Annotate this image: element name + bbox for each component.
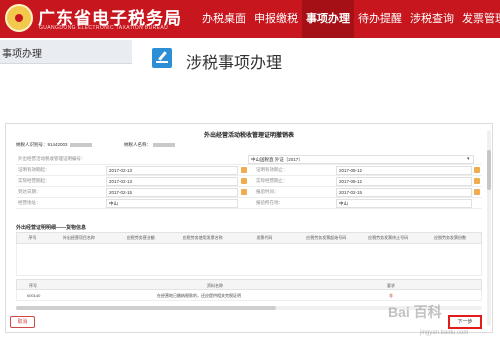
field-label: 实际经营期起：: [18, 178, 50, 183]
certificate-number-field[interactable]: 中山国税直 外证〔2017〕: [248, 155, 474, 164]
watermark-url: jingyan.baidu.com: [420, 330, 469, 336]
business-address-field[interactable]: 中山: [106, 199, 238, 208]
valid-from-field[interactable]: 2017-02-13: [106, 166, 238, 175]
column-header: 外出经营项目名称: [62, 235, 95, 240]
tax-emblem-icon: [5, 4, 33, 32]
calendar-icon[interactable]: [474, 178, 480, 184]
redacted-value: [153, 142, 175, 147]
form-row: 外出经营活动税收管理证明编号： 中山国税直 外证〔2017〕 ▾: [16, 154, 482, 165]
field-label: 到达日期：: [18, 189, 41, 194]
page-title: 涉税事项办理: [186, 55, 283, 72]
table-row[interactable]: 000140 在经营地已缴纳税款的，还应提供相关完税证明 非: [16, 290, 482, 301]
goods-table-header: 序号 外出经营项目名称 应税劳务营业额 应税劳务使用发票名称 发票代码 应税劳务…: [16, 232, 482, 244]
field-label: 证明有效期止：: [256, 167, 288, 172]
valid-to-field[interactable]: 2017-08-12: [336, 166, 472, 175]
field-label: 实际经营期止：: [256, 178, 288, 183]
form-row: 经营地址： 中山 报验所在地： 中山: [16, 198, 482, 209]
sidebar-tab[interactable]: 事项办理: [0, 40, 132, 64]
calendar-icon[interactable]: [241, 189, 247, 195]
field-label: 外出经营活动税收管理证明编号：: [18, 156, 86, 161]
calendar-icon[interactable]: [241, 178, 247, 184]
taxpayer-name: 纳税人名称：: [124, 142, 175, 148]
column-header: 应税劳务发票份数: [434, 235, 467, 240]
top-header-bar: 广东省电子税务局 GUANGDONG ELECTRONIC TAXATION B…: [0, 0, 500, 38]
column-header: 应税劳务发票起始号码: [306, 235, 347, 240]
column-header: 序号: [28, 235, 37, 240]
cancel-button[interactable]: 取消: [10, 316, 35, 328]
inspection-location-field[interactable]: 中山: [336, 199, 472, 208]
nav-item-query[interactable]: 涉税查询: [406, 0, 458, 38]
column-header: 发票代码: [256, 235, 273, 240]
field-label: 经营地址：: [18, 200, 41, 205]
attachment-table-header: 序号 资料名称 要求: [16, 279, 482, 290]
arrival-date-field[interactable]: 2017-02-15: [106, 188, 238, 197]
calendar-icon[interactable]: [241, 167, 247, 173]
nav-item-matters[interactable]: 事项办理: [302, 0, 354, 38]
sidebar-tab-label: 事项办理: [2, 49, 42, 60]
inspection-time-field[interactable]: 2017-02-15: [336, 188, 472, 197]
calendar-icon[interactable]: [474, 189, 480, 195]
actual-start-field[interactable]: 2017-02-13: [106, 177, 238, 186]
nav-item-invoice[interactable]: 发票管理: [458, 0, 500, 38]
vertical-scrollbar[interactable]: [487, 130, 491, 326]
form-row: 证明有效期起： 2017-02-13 证明有效期止： 2017-08-12: [16, 165, 482, 176]
nav-item-declare-pay[interactable]: 申报缴税: [250, 0, 302, 38]
page: 广东省电子税务局 GUANGDONG ELECTRONIC TAXATION B…: [0, 0, 500, 357]
form-row: 到达日期： 2017-02-15 报验时间： 2017-02-15: [16, 187, 482, 198]
form-grid: 外出经营活动税收管理证明编号： 中山国税直 外证〔2017〕 ▾ 证明有效期起：…: [16, 154, 482, 209]
attachment-required: 非: [389, 293, 393, 298]
column-header: 应税劳务使用发票名称: [182, 235, 223, 240]
column-header: 应税劳务发票终止号码: [368, 235, 409, 240]
column-header: 序号: [29, 283, 37, 288]
redacted-value: [69, 142, 92, 147]
attachment-index: 000140: [27, 293, 41, 298]
actual-end-field[interactable]: 2017-08-12: [336, 177, 472, 186]
main-nav: 办税桌面 申报缴税 事项办理 待办提醒 涉税查询 发票管理: [198, 0, 500, 38]
nav-item-tax-desk[interactable]: 办税桌面: [198, 0, 250, 38]
brand-subtitle: GUANGDONG ELECTRONIC TAXATION BUREAU: [39, 25, 169, 31]
taxpayer-id-label: 纳税人识别号：91442003: [16, 142, 68, 147]
column-header: 要求: [387, 283, 395, 288]
form-row: 实际经营期起： 2017-02-13 实际经营期止： 2017-08-12: [16, 176, 482, 187]
watermark-text: Bai 百科: [388, 304, 442, 320]
field-label: 证明有效期起：: [18, 167, 50, 172]
goods-table-body: [16, 244, 482, 276]
taxpayer-name-label: 纳税人名称：: [124, 142, 151, 147]
chevron-down-icon[interactable]: ▾: [467, 156, 470, 162]
next-step-button[interactable]: 下一步: [448, 315, 482, 329]
goods-section-title: 外出经营证明明细——货物信息: [16, 225, 87, 231]
attachment-name: 在经营地已缴纳税款的，还应提供相关完税证明: [157, 293, 241, 298]
form-title: 外出经营活动税收管理证明撤销表: [203, 133, 294, 139]
column-header: 应税劳务营业额: [126, 235, 155, 240]
edit-form-icon: [152, 48, 172, 68]
column-header: 资料名称: [207, 283, 223, 288]
calendar-icon[interactable]: [474, 167, 480, 173]
nav-item-todo[interactable]: 待办提醒: [354, 0, 406, 38]
taxpayer-id: 纳税人识别号：91442003: [16, 142, 92, 148]
field-label: 报验时间：: [256, 189, 279, 194]
field-label: 报验所在地：: [256, 200, 283, 205]
